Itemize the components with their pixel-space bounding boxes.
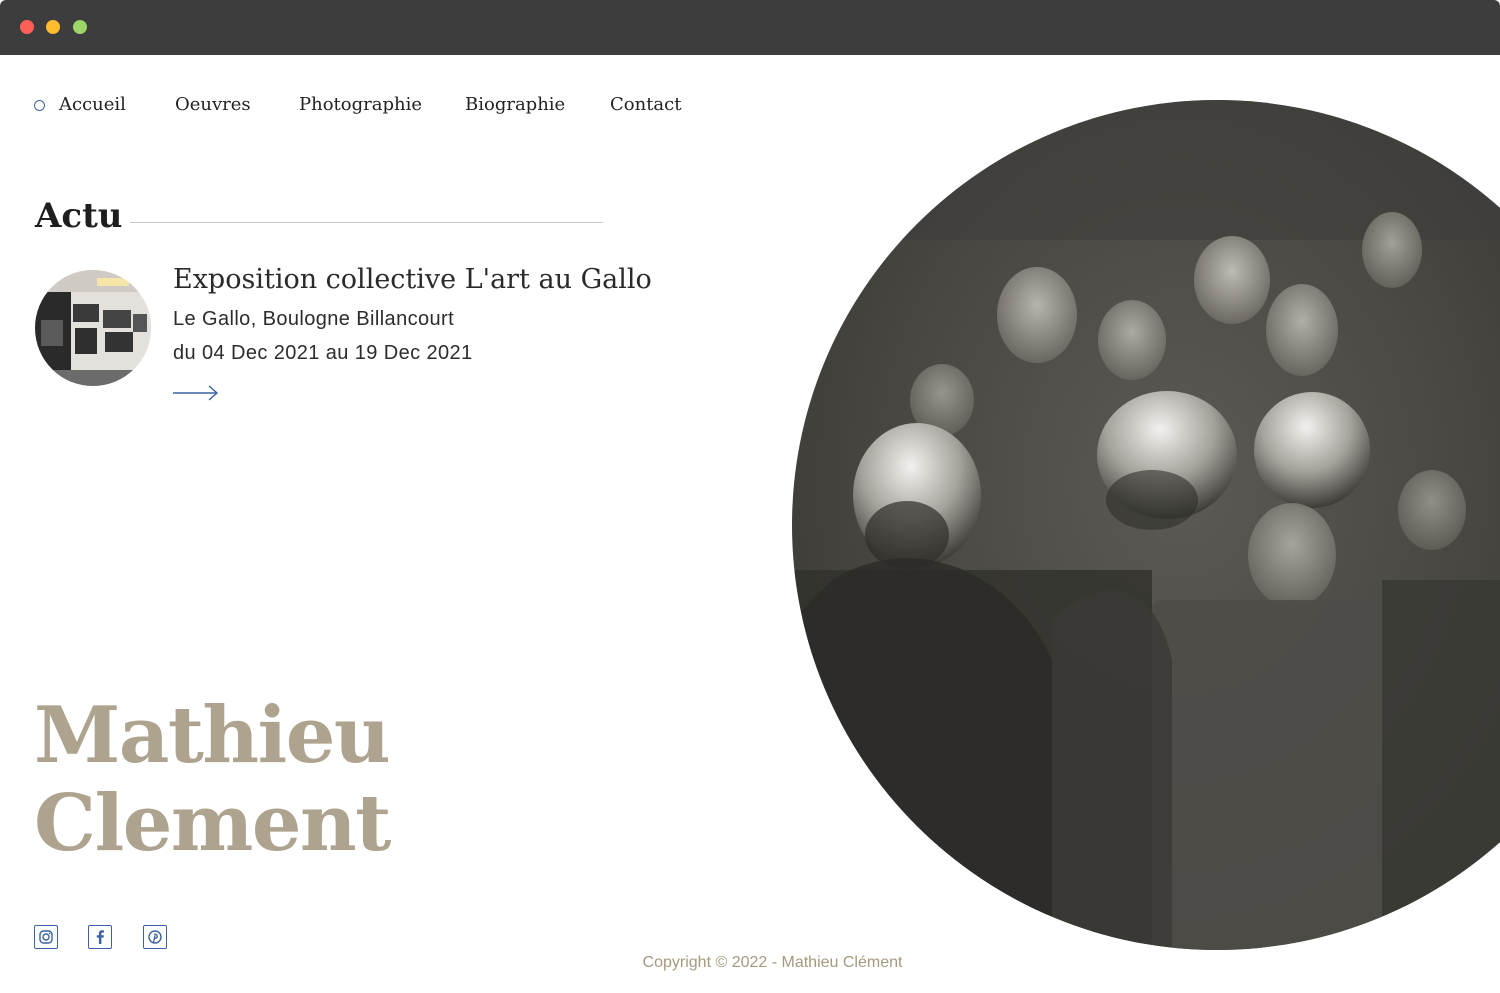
pinterest-icon[interactable] xyxy=(143,925,167,949)
nav-item-contact[interactable]: Contact xyxy=(610,94,681,115)
section-divider xyxy=(130,222,603,223)
nav-item-photographie[interactable]: Photographie xyxy=(299,94,422,115)
close-window-button[interactable] xyxy=(20,20,34,34)
arrow-right-icon[interactable] xyxy=(172,384,220,402)
nav-item-accueil[interactable]: Accueil xyxy=(59,94,126,115)
artist-first-name: Mathieu xyxy=(34,690,391,781)
nav-item-oeuvres[interactable]: Oeuvres xyxy=(175,94,251,115)
minimize-window-button[interactable] xyxy=(46,20,60,34)
maximize-window-button[interactable] xyxy=(73,20,87,34)
window-titlebar xyxy=(0,0,1500,55)
artist-last-name: Clement xyxy=(34,778,391,869)
facebook-icon[interactable] xyxy=(88,925,112,949)
news-location: Le Gallo, Boulogne Billancourt xyxy=(173,308,455,330)
news-dates: du 04 Dec 2021 au 19 Dec 2021 xyxy=(173,342,473,364)
news-thumbnail[interactable] xyxy=(35,270,151,386)
nav-item-biographie[interactable]: Biographie xyxy=(465,94,565,115)
artwork-image xyxy=(792,100,1500,950)
copyright-text: Copyright © 2022 - Mathieu Clément xyxy=(642,954,903,971)
section-title-actu: Actu xyxy=(35,196,123,236)
active-indicator-icon xyxy=(34,100,45,111)
artist-name: Mathieu Clement xyxy=(34,690,391,869)
instagram-icon[interactable] xyxy=(34,925,58,949)
news-title[interactable]: Exposition collective L'art au Gallo xyxy=(173,264,652,295)
